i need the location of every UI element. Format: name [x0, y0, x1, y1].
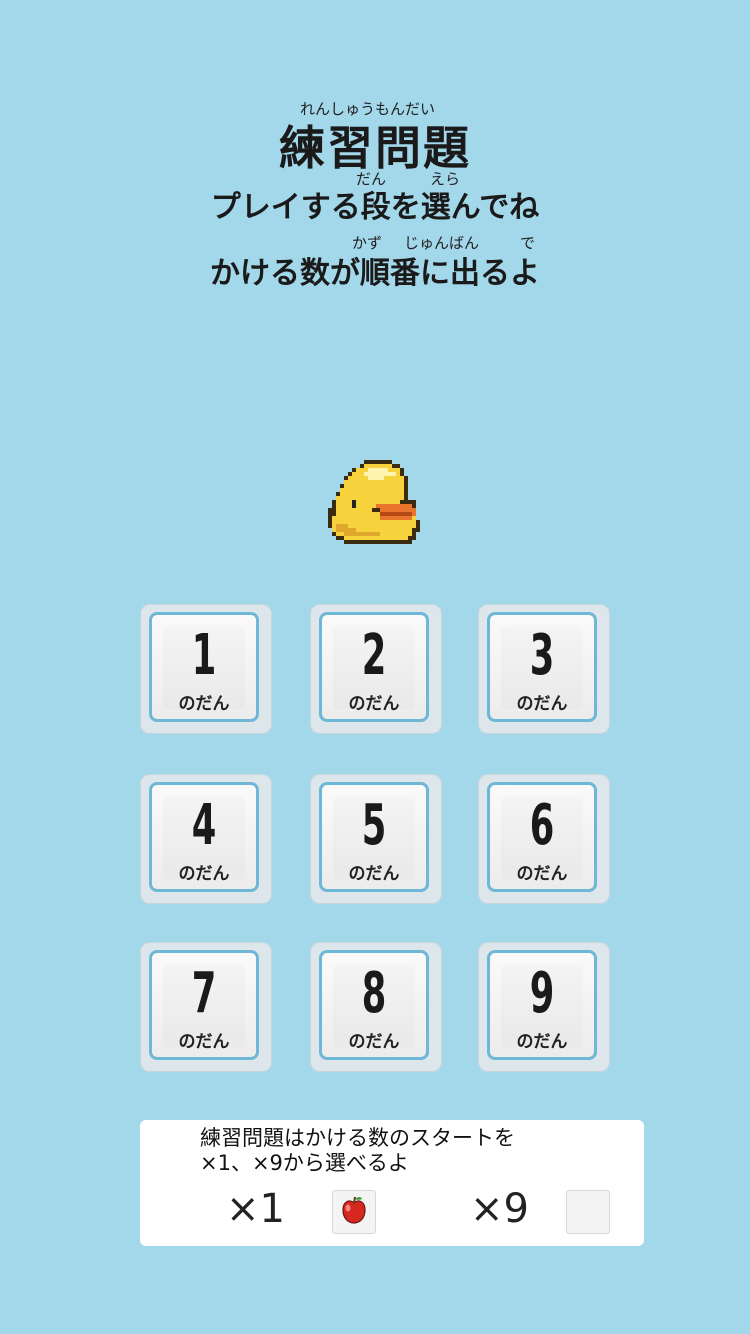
- start-option-description: 練習問題はかける数のスタートを ×1、×9から選べるよ: [200, 1126, 620, 1176]
- dan-button-9[interactable]: 9 のだん: [478, 942, 610, 1072]
- dan-label: のだん: [516, 864, 568, 884]
- start-x1-label: ×1: [226, 1186, 285, 1232]
- dan-number: 4: [191, 793, 217, 858]
- dan-button-frame: 8 のだん: [319, 950, 429, 1060]
- chick-icon: [328, 460, 420, 544]
- dan-button-frame: 6 のだん: [487, 782, 597, 892]
- dan-label: のだん: [516, 694, 568, 714]
- start-option-panel: 練習問題はかける数のスタートを ×1、×9から選べるよ ×1 ×9: [140, 1120, 644, 1246]
- start-x9-toggle[interactable]: [566, 1190, 610, 1234]
- dan-number: 3: [529, 623, 555, 688]
- dan-label: のだん: [178, 694, 230, 714]
- start-x9-label: ×9: [470, 1186, 529, 1232]
- dan-button-frame: 1 のだん: [149, 612, 259, 722]
- dan-button-frame: 7 のだん: [149, 950, 259, 1060]
- start-x1-toggle[interactable]: [332, 1190, 376, 1234]
- dan-button-frame: 5 のだん: [319, 782, 429, 892]
- dan-number: 8: [361, 961, 387, 1026]
- dan-label: のだん: [348, 1032, 400, 1052]
- dan-number: 6: [529, 793, 555, 858]
- dan-button-6[interactable]: 6 のだん: [478, 774, 610, 904]
- dan-number: 1: [191, 623, 217, 688]
- dan-label: のだん: [516, 1032, 568, 1052]
- instruction-line-1: プレイする段を選んでね: [210, 190, 540, 225]
- dan-button-2[interactable]: 2 のだん: [310, 604, 442, 734]
- dan-label: のだん: [348, 694, 400, 714]
- dan-button-8[interactable]: 8 のだん: [310, 942, 442, 1072]
- dan-button-frame: 4 のだん: [149, 782, 259, 892]
- dan-number: 7: [191, 961, 217, 1026]
- dan-button-7[interactable]: 7 のだん: [140, 942, 272, 1072]
- dan-button-5[interactable]: 5 のだん: [310, 774, 442, 904]
- apple-icon: [342, 1196, 366, 1224]
- instruction-line-2: かける数が順番に出るよ: [210, 256, 540, 291]
- dan-button-frame: 9 のだん: [487, 950, 597, 1060]
- dan-label: のだん: [178, 864, 230, 884]
- dan-button-3[interactable]: 3 のだん: [478, 604, 610, 734]
- dan-label: のだん: [348, 864, 400, 884]
- dan-button-4[interactable]: 4 のだん: [140, 774, 272, 904]
- dan-number: 2: [361, 623, 387, 688]
- description-line-1: 練習問題はかける数のスタートを: [200, 1126, 515, 1150]
- dan-button-frame: 3 のだん: [487, 612, 597, 722]
- dan-button-1[interactable]: 1 のだん: [140, 604, 272, 734]
- dan-button-frame: 2 のだん: [319, 612, 429, 722]
- dan-number: 9: [529, 961, 555, 1026]
- dan-number: 5: [361, 793, 387, 858]
- dan-label: のだん: [178, 1032, 230, 1052]
- description-line-2: ×1、×9から選べるよ: [200, 1151, 409, 1175]
